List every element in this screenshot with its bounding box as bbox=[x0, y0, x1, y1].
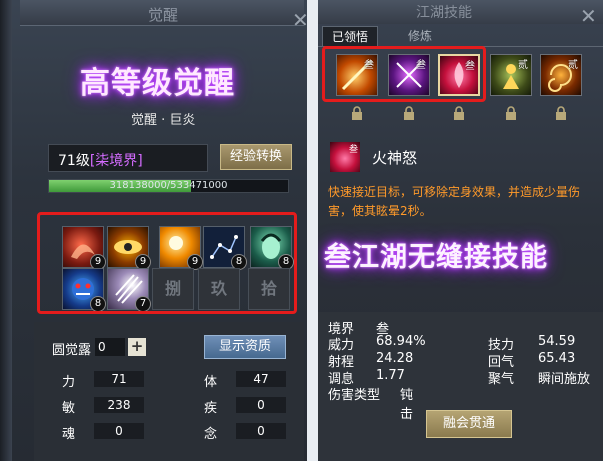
panel-edge bbox=[0, 0, 12, 461]
exp-progress-bar: 318138000/533471000 bbox=[48, 179, 289, 193]
show-aptitude-button[interactable]: 显示资质 bbox=[204, 335, 286, 359]
selected-skill-icon: 叁 bbox=[330, 142, 360, 172]
selected-skill-name: 火神怒 bbox=[372, 149, 418, 167]
exp-text: 318138000/533471000 bbox=[109, 180, 228, 191]
stat-value: 238 bbox=[94, 397, 144, 413]
stat-label: 敏 bbox=[62, 401, 76, 416]
exp-convert-button[interactable]: 经验转换 bbox=[220, 144, 292, 170]
stat-label: 力 bbox=[62, 375, 76, 390]
stat-value: 0 bbox=[94, 423, 144, 439]
stat-value: 0 bbox=[236, 397, 286, 413]
stat-label: 念 bbox=[204, 427, 218, 442]
stat-value: 24.28 bbox=[376, 351, 414, 366]
stat-label: 疾 bbox=[204, 401, 218, 416]
tab-learned[interactable]: 已领悟 bbox=[322, 26, 378, 46]
stat-label: 伤害类型 bbox=[328, 388, 381, 403]
awakening-panel: 觉醒 ✕ 高等级觉醒 觉醒 · 巨炎 71级[柒境界] 经验转换 3181380… bbox=[0, 0, 307, 461]
lock-icon bbox=[404, 106, 414, 120]
highlight-frame bbox=[322, 46, 486, 102]
panel-title: 江湖技能 bbox=[416, 5, 472, 21]
level-display: 71级[柒境界] bbox=[48, 144, 208, 172]
banner-text: 高等级觉醒 bbox=[80, 66, 235, 101]
stat-value: 71 bbox=[94, 371, 144, 387]
realm-text: [柒境界] bbox=[89, 153, 143, 169]
lock-icon bbox=[506, 106, 516, 120]
merge-button[interactable]: 融会贯通 bbox=[426, 410, 512, 438]
panel-title: 觉醒 bbox=[148, 6, 179, 24]
stat-label: 体 bbox=[204, 375, 218, 390]
lock-icon bbox=[352, 106, 362, 120]
stat-value: 54.59 bbox=[538, 334, 576, 349]
level-text: 71级 bbox=[58, 153, 90, 169]
lock-icon bbox=[454, 106, 464, 120]
stat-label: 魂 bbox=[62, 427, 76, 442]
stat-row: 聚气 瞬间施放 bbox=[488, 368, 590, 387]
highlight-frame bbox=[37, 212, 297, 314]
jianghu-skill-panel: 江湖技能 ✕ 已领悟 修炼 叁 叁 叁 贰 贰 叁 火神怒 快速接近目标，可移除… bbox=[318, 0, 603, 461]
stat-value: 65.43 bbox=[538, 351, 576, 366]
skill-description: 快速接近目标，可移除定身效果，并造成少量伤害，使其眩晕2秒。 bbox=[328, 185, 581, 218]
banner-text: 叁江湖无缝接技能 bbox=[324, 242, 548, 273]
stat-value: 1.77 bbox=[376, 368, 405, 383]
skill-rank-tag: 贰 bbox=[518, 60, 528, 71]
close-icon[interactable]: ✕ bbox=[580, 4, 597, 28]
circle-dew-input[interactable]: 0 bbox=[95, 338, 125, 356]
skill-slot-4[interactable]: 贰 bbox=[490, 54, 532, 96]
stat-value: 47 bbox=[236, 371, 286, 387]
stat-row: 伤害类型 钝击 bbox=[328, 384, 413, 422]
lock-icon bbox=[556, 106, 566, 120]
circle-dew-label: 圆觉露 bbox=[52, 343, 92, 358]
skill-rank-tag: 叁 bbox=[348, 145, 358, 155]
skill-slot-5[interactable]: 贰 bbox=[540, 54, 582, 96]
awakening-name: 觉醒 · 巨炎 bbox=[131, 113, 196, 128]
title-bar: 觉醒 bbox=[20, 0, 304, 26]
close-icon[interactable]: ✕ bbox=[292, 8, 307, 32]
stat-value: 瞬间施放 bbox=[538, 372, 591, 387]
stat-label: 聚气 bbox=[488, 372, 515, 387]
stat-value: 0 bbox=[236, 423, 286, 439]
skill-rank-tag: 贰 bbox=[568, 60, 578, 71]
add-button[interactable]: + bbox=[128, 338, 146, 356]
tab-cultivate[interactable]: 修炼 bbox=[392, 26, 448, 46]
stat-value: 钝击 bbox=[400, 388, 414, 422]
stat-value: 68.94% bbox=[376, 334, 426, 349]
title-bar: 江湖技能 bbox=[318, 0, 603, 24]
